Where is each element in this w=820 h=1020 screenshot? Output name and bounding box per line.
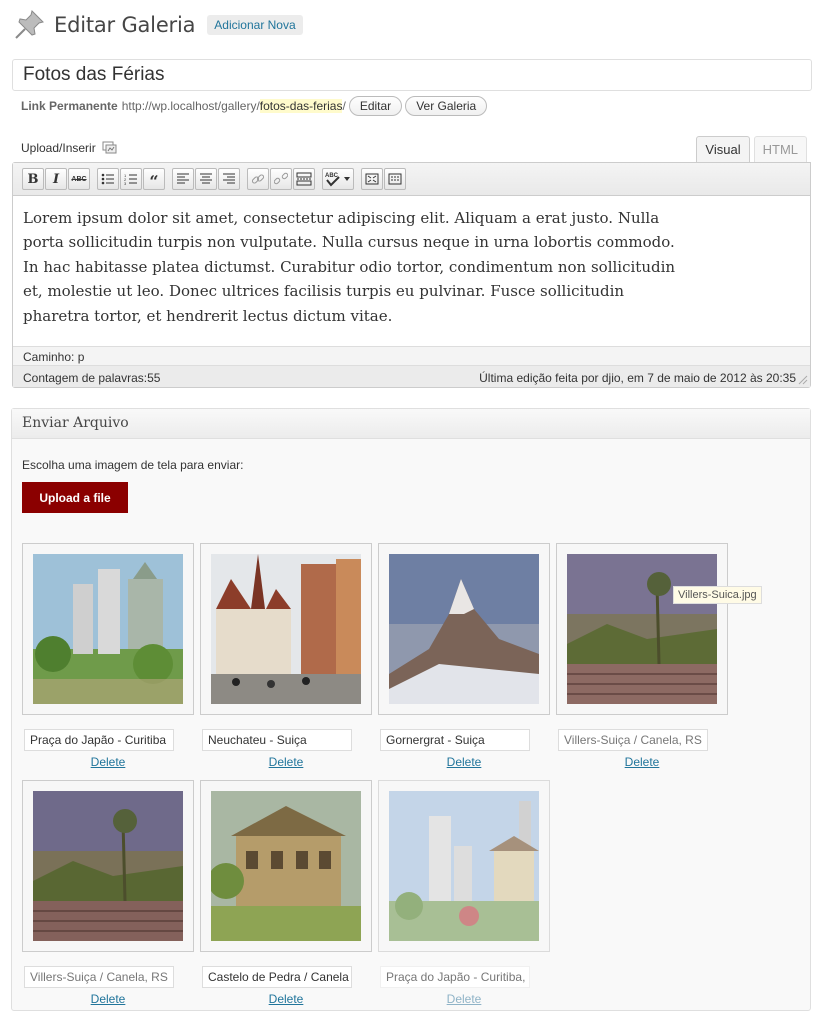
delete-link[interactable]: Delete [389,992,539,1006]
town-street-image [211,554,361,704]
delete-link[interactable]: Delete [211,755,361,769]
editor-toolbar: B I ABC 123 “ ABC [13,163,810,196]
upload-insert-row: Upload/Inserir [21,141,118,155]
plaza-image [33,791,183,941]
gallery-thumbnail[interactable] [556,543,728,715]
bullet-list-icon[interactable] [97,168,119,190]
permalink-tail: / [342,99,346,113]
city-pagoda-image [389,791,539,941]
filename-tooltip: Villers-Suica.jpg [673,586,762,604]
gallery-thumbnail[interactable] [22,543,194,715]
more-tag-icon[interactable] [293,168,315,190]
caption-input[interactable]: Gornergrat - Suiça [380,729,530,751]
add-new-button[interactable]: Adicionar Nova [207,15,303,35]
content-editor: B I ABC 123 “ ABC Lorem ipsum dolor sit … [12,162,811,388]
plaza-image [567,554,717,704]
blockquote-icon[interactable]: “ [143,168,165,190]
view-gallery-button[interactable]: Ver Galeria [405,96,488,116]
svg-text:3: 3 [124,181,127,185]
word-count: Contagem de palavras:55 [23,371,161,385]
city-garden-image [33,554,183,704]
last-edit-info: Última edição feita por djio, em 7 de ma… [479,371,796,385]
numbered-list-icon[interactable]: 123 [120,168,142,190]
path-bar: Caminho: p [13,346,810,365]
tab-visual[interactable]: Visual [696,136,750,162]
delete-link[interactable]: Delete [33,755,183,769]
choose-image-text: Escolha uma imagem de tela para enviar: [22,458,244,472]
resize-grip-icon[interactable] [798,375,808,385]
caption-input[interactable]: Villers-Suiça / Canela, RS [24,966,174,988]
italic-icon[interactable]: I [45,168,67,190]
gallery-thumbnail[interactable] [200,543,372,715]
edit-permalink-button[interactable]: Editar [348,96,403,116]
castle-image [211,791,361,941]
editor-content[interactable]: Lorem ipsum dolor sit amet, consectetur … [13,196,693,338]
align-right-icon[interactable] [218,168,240,190]
tab-html[interactable]: HTML [753,136,807,162]
caption-input[interactable]: Praça do Japão - Curitiba, [380,966,530,988]
permalink-label: Link Permanente [21,99,118,113]
permalink-base: http://wp.localhost/gallery/ [121,99,260,113]
delete-link[interactable]: Delete [33,992,183,1006]
spellcheck-icon[interactable]: ABC [322,168,354,190]
upload-panel: Enviar Arquivo Escolha uma imagem de tel… [11,408,811,1011]
caption-input[interactable]: Castelo de Pedra / Canela [202,966,352,988]
upload-panel-heading: Enviar Arquivo [12,409,810,439]
align-center-icon[interactable] [195,168,217,190]
strikethrough-icon[interactable]: ABC [68,168,90,190]
permalink-slug[interactable]: fotos-das-ferias [259,99,343,113]
fullscreen-icon[interactable] [361,168,383,190]
delete-link[interactable]: Delete [211,992,361,1006]
align-left-icon[interactable] [172,168,194,190]
add-media-icon[interactable] [102,141,118,155]
caption-input[interactable]: Villers-Suiça / Canela, RS [558,729,708,751]
kitchen-sink-icon[interactable] [384,168,406,190]
upload-file-button[interactable]: Upload a file [22,482,128,513]
link-icon[interactable] [247,168,269,190]
delete-link[interactable]: Delete [389,755,539,769]
page-header: Editar Galeria Adicionar Nova [12,8,303,42]
caption-input[interactable]: Praça do Japão - Curitiba [24,729,174,751]
permalink-row: Link Permanente http://wp.localhost/gall… [21,96,488,116]
unlink-icon[interactable] [270,168,292,190]
gallery-thumbnail[interactable] [22,780,194,952]
bold-icon[interactable]: B [22,168,44,190]
gallery-thumbnail[interactable] [378,543,550,715]
post-title-input[interactable] [12,59,812,91]
path-label: Caminho: [23,350,75,364]
delete-link[interactable]: Delete [567,755,717,769]
mountain-image [389,554,539,704]
editor-tabs: Visual HTML [692,136,807,162]
pin-icon [12,8,46,42]
status-bar: Contagem de palavras:55 Última edição fe… [13,365,810,387]
path-value[interactable]: p [78,350,85,364]
gallery-thumbnail[interactable] [378,780,550,952]
caption-input[interactable]: Neuchateu - Suiça [202,729,352,751]
upload-insert-label: Upload/Inserir [21,141,96,155]
page-title: Editar Galeria [54,13,196,37]
gallery-thumbnail[interactable] [200,780,372,952]
